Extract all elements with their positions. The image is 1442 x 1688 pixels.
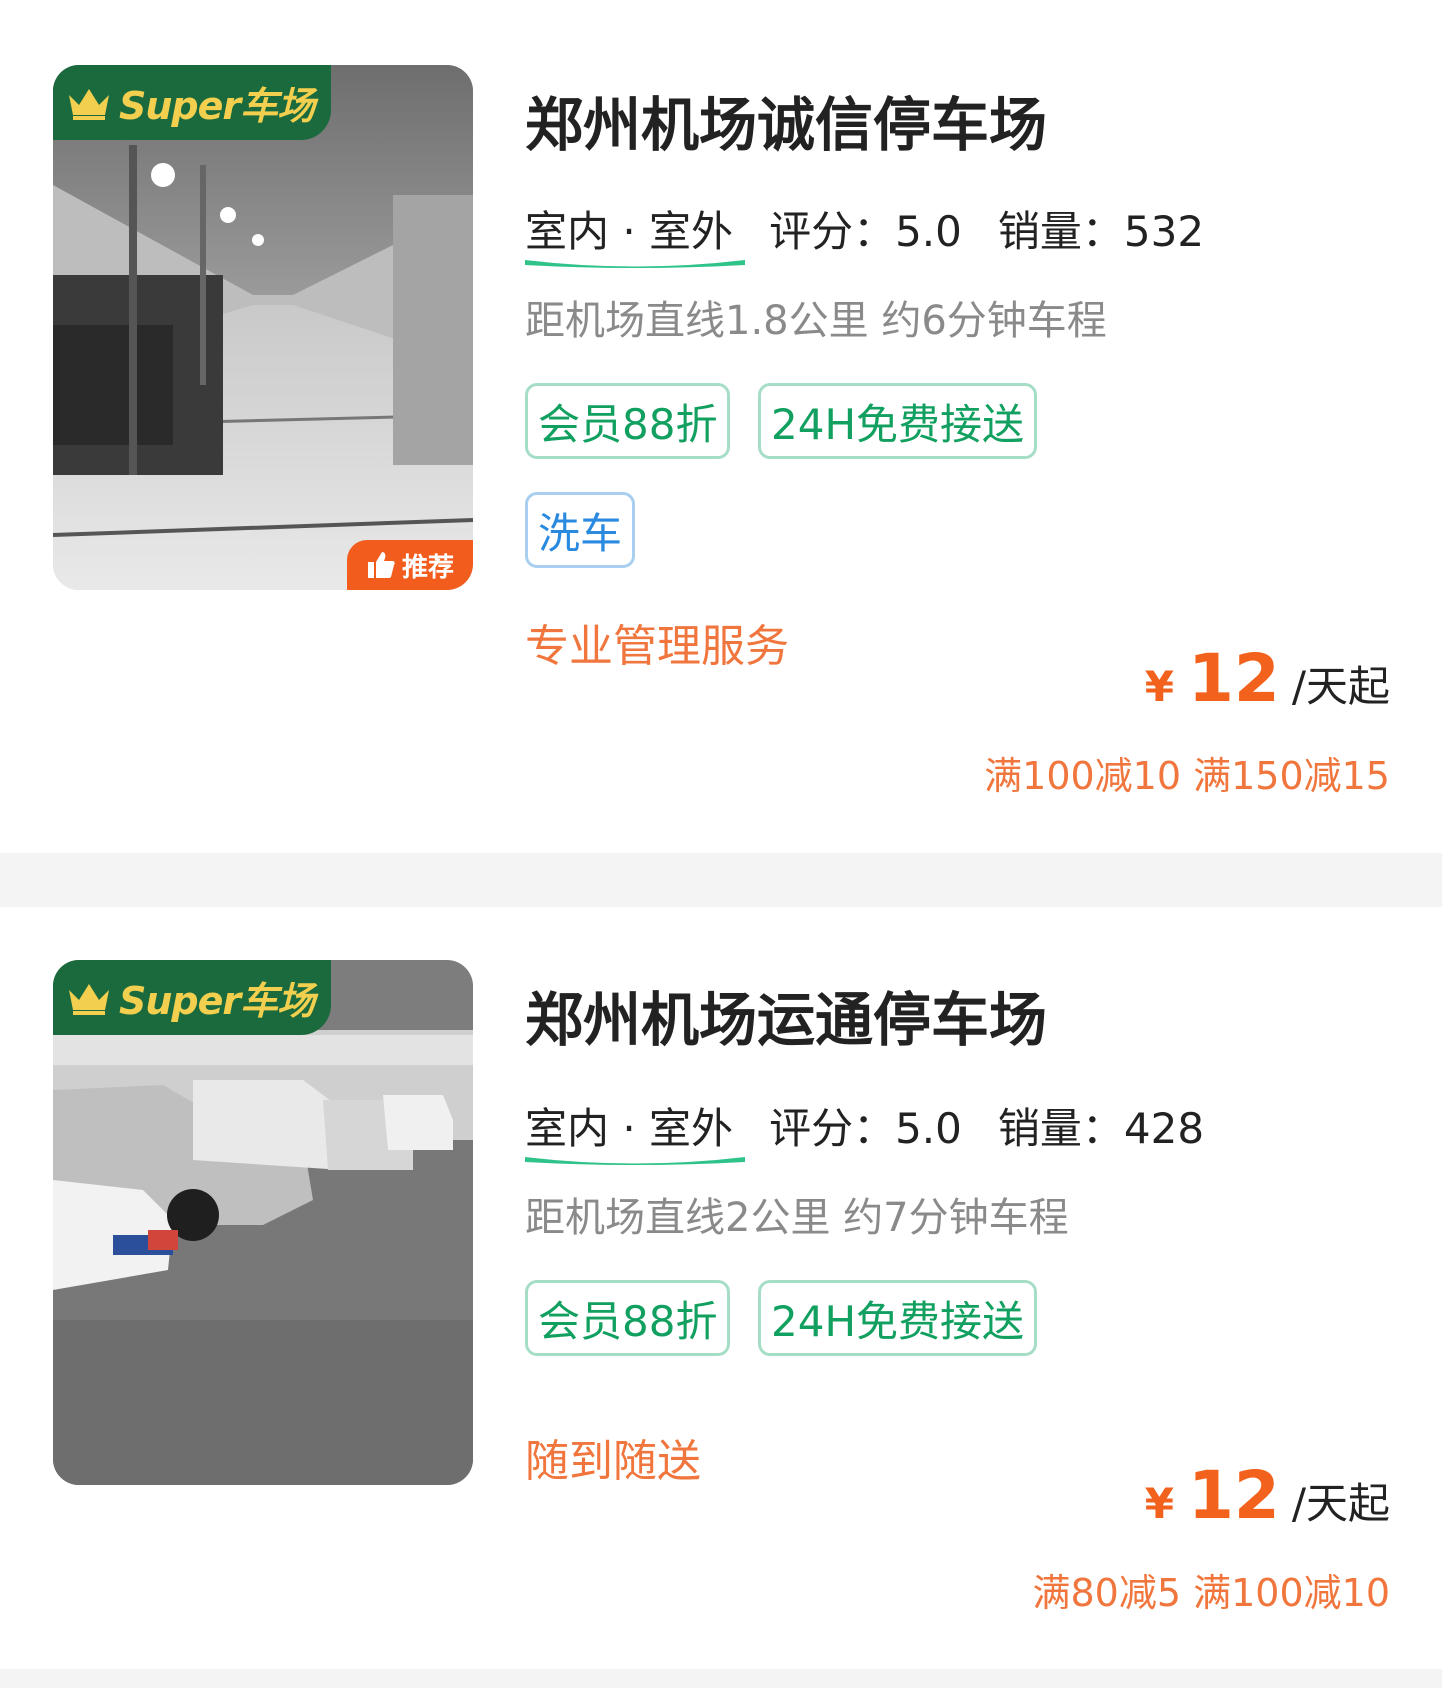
tag-free-shuttle: 24H免费接送	[758, 1280, 1038, 1356]
crown-icon	[69, 88, 109, 120]
parking-lot-photo[interactable]: Super车场 推荐	[53, 65, 473, 590]
price-unit: /天起	[1291, 1479, 1390, 1528]
parking-name[interactable]: 郑州机场运通停车场	[525, 973, 1047, 1057]
price-currency: ¥	[1144, 662, 1174, 711]
environment-type: 室内 · 室外	[525, 1095, 745, 1165]
thumbs-up-icon	[367, 552, 395, 578]
parking-listing-card[interactable]: Super车场 郑州机场运通停车场 室内 · 室外 评分：5.0 销量：428 …	[0, 907, 1442, 1669]
price: ¥ 12 /天起	[1145, 640, 1390, 717]
discount-offers: 满100减10 满150减15	[984, 754, 1390, 798]
price-amount: 12	[1187, 640, 1280, 717]
sales-value: 428	[1123, 1104, 1205, 1153]
parking-name[interactable]: 郑州机场诚信停车场	[525, 78, 1047, 162]
rating-label: 评分：	[769, 1104, 896, 1153]
price: ¥ 12 /天起	[1145, 1457, 1390, 1534]
sales-value: 532	[1123, 207, 1205, 256]
sales: 销量：428	[998, 1095, 1204, 1156]
discount-offers: 满80减5 满100减10	[1032, 1571, 1391, 1615]
tag-free-shuttle: 24H免费接送	[758, 383, 1038, 459]
parking-lot-photo[interactable]: Super车场	[53, 960, 473, 1485]
tag-car-wash: 洗车	[525, 492, 636, 568]
tag-member-discount: 会员88折	[525, 1280, 731, 1356]
super-badge-label: Super车场	[119, 84, 315, 128]
sales-label: 销量：	[997, 1104, 1124, 1153]
sales-label: 销量：	[997, 207, 1124, 256]
price-amount: 12	[1187, 1457, 1280, 1534]
indoor-garage-image	[53, 65, 473, 590]
crown-icon	[69, 983, 109, 1015]
distance-info: 距机场直线1.8公里 约6分钟车程	[525, 298, 1107, 344]
rating: 评分：5.0	[769, 198, 962, 259]
price-currency: ¥	[1144, 1479, 1174, 1528]
environment-label: 室内 · 室外	[525, 1104, 734, 1153]
super-parking-badge: Super车场	[53, 960, 331, 1035]
underline-swoosh	[525, 1157, 745, 1165]
sales: 销量：532	[998, 198, 1204, 259]
rating-value: 5.0	[895, 1104, 962, 1153]
listing-meta: 室内 · 室外 评分：5.0 销量：428	[525, 1095, 1240, 1165]
listing-meta: 室内 · 室外 评分：5.0 销量：532	[525, 198, 1240, 268]
distance-info: 距机场直线2公里 约7分钟车程	[525, 1195, 1069, 1241]
super-parking-badge: Super车场	[53, 65, 331, 140]
rating-label: 评分：	[769, 207, 896, 256]
feature-highlight: 专业管理服务	[525, 621, 789, 672]
environment-type: 室内 · 室外	[525, 198, 745, 268]
covered-parking-image	[53, 960, 473, 1485]
price-unit: /天起	[1291, 662, 1390, 711]
tag-member-discount: 会员88折	[525, 383, 731, 459]
environment-label: 室内 · 室外	[525, 207, 734, 256]
parking-listing-card[interactable]: Super车场 推荐 郑州机场诚信停车场 室内 · 室外 评分：5.0 销量：5…	[0, 0, 1442, 853]
rating-value: 5.0	[895, 207, 962, 256]
rating: 评分：5.0	[769, 1095, 962, 1156]
super-badge-label: Super车场	[119, 979, 315, 1023]
feature-highlight: 随到随送	[525, 1436, 701, 1487]
underline-swoosh	[525, 260, 745, 268]
recommend-badge: 推荐	[347, 540, 473, 590]
recommend-label: 推荐	[401, 552, 454, 583]
